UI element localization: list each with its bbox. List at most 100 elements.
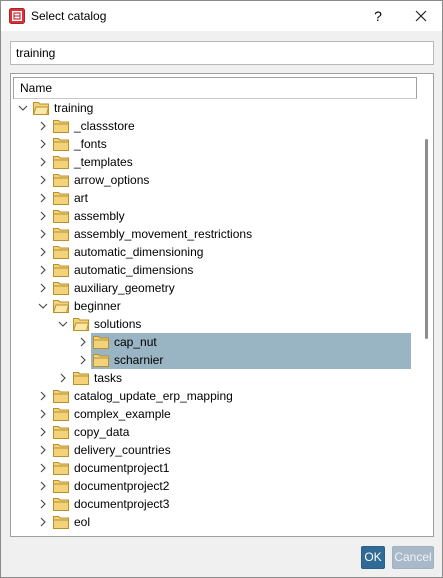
tree-item-label: auxiliary_geometry (74, 281, 175, 295)
tree-body: training _classstore _fonts _templatesarrow… (11, 99, 416, 536)
chevron-right-icon[interactable] (37, 135, 49, 153)
folder-icon (53, 119, 69, 133)
chevron-right-icon[interactable] (77, 333, 89, 351)
chevron-right-icon[interactable] (37, 189, 49, 207)
tree-row[interactable]: eol (11, 513, 416, 531)
chevron-right-icon[interactable] (77, 351, 89, 369)
tree-row[interactable]: solutions (11, 315, 416, 333)
tree-item-label: eol (74, 515, 91, 529)
chevron-right-icon[interactable] (37, 405, 49, 423)
tree-item-label: scharnier (114, 353, 164, 367)
tree-row[interactable]: cap_nut (11, 333, 416, 351)
tree-item-label: delivery_countries (74, 443, 171, 457)
select-catalog-dialog: Select catalog ? training Name training _… (0, 0, 443, 578)
chevron-right-icon[interactable] (37, 423, 49, 441)
tree-row[interactable]: auxiliary_geometry (11, 279, 416, 297)
tree-item-label: catalog_update_erp_mapping (74, 389, 233, 403)
folder-icon (53, 479, 69, 493)
folder-icon (53, 389, 69, 403)
tree-item-label: _templates (74, 155, 133, 169)
folder-icon (53, 425, 69, 439)
tree-item-label: copy_data (74, 425, 130, 439)
folder-icon (53, 209, 69, 223)
tree-item-label: assembly_movement_restrictions (74, 227, 253, 241)
folder-icon (53, 443, 69, 457)
close-button[interactable] (401, 1, 441, 31)
tree-row[interactable]: complex_example (11, 405, 416, 423)
tree-row[interactable]: documentproject2 (11, 477, 416, 495)
tree-row[interactable]: delivery_countries (11, 441, 416, 459)
folder-icon (93, 353, 109, 367)
chevron-right-icon[interactable] (37, 459, 49, 477)
chevron-right-icon[interactable] (37, 171, 49, 189)
name-column-header[interactable]: Name (13, 77, 417, 99)
tree-row[interactable]: arrow_options (11, 171, 416, 189)
chevron-right-icon[interactable] (37, 513, 49, 531)
folder-icon (53, 407, 69, 421)
folder-icon (53, 173, 69, 187)
folder-icon (53, 191, 69, 205)
scrollbar-thumb[interactable] (425, 139, 428, 339)
folder-icon (53, 461, 69, 475)
close-icon (415, 10, 427, 22)
ok-button[interactable]: OK (361, 546, 385, 569)
tree-item-label: _classstore (74, 119, 135, 133)
tree-item-label: cap_nut (114, 335, 157, 349)
chevron-right-icon[interactable] (37, 477, 49, 495)
chevron-right-icon[interactable] (57, 369, 69, 387)
chevron-right-icon[interactable] (37, 243, 49, 261)
tree-row[interactable]: scharnier (11, 351, 416, 369)
chevron-right-icon[interactable] (37, 441, 49, 459)
tree-item-label: documentproject3 (74, 497, 170, 511)
chevron-right-icon[interactable] (37, 207, 49, 225)
tree-item-label: _fonts (74, 137, 107, 151)
tree-row[interactable]: _classstore (11, 117, 416, 135)
open-folder-icon (52, 299, 70, 313)
chevron-right-icon[interactable] (37, 225, 49, 243)
folder-icon (93, 335, 109, 349)
vertical-scrollbar[interactable] (420, 99, 433, 536)
tree-item-label: beginner (74, 299, 121, 313)
tree-row[interactable]: assembly (11, 207, 416, 225)
tree-row[interactable]: documentproject1 (11, 459, 416, 477)
tree-row[interactable]: tasks (11, 369, 416, 387)
tree-item-label: automatic_dimensions (74, 263, 194, 277)
tree-row[interactable]: copy_data (11, 423, 416, 441)
chevron-right-icon[interactable] (37, 261, 49, 279)
tree-row[interactable]: training (11, 99, 416, 117)
tree-row[interactable]: documentproject3 (11, 495, 416, 513)
tree-item-label: documentproject2 (74, 479, 170, 493)
tree-row[interactable]: art (11, 189, 416, 207)
catalog-tree[interactable]: Name training _classstore _fonts _templates… (10, 73, 434, 537)
help-button[interactable]: ? (363, 1, 393, 31)
chevron-right-icon[interactable] (37, 153, 49, 171)
chevron-right-icon[interactable] (37, 387, 49, 405)
tree-row[interactable]: _fonts (11, 135, 416, 153)
chevron-down-icon[interactable] (17, 99, 29, 117)
tree-row[interactable]: automatic_dimensions (11, 261, 416, 279)
title-bar: Select catalog ? (1, 1, 442, 31)
chevron-right-icon[interactable] (37, 279, 49, 297)
chevron-down-icon[interactable] (37, 297, 49, 315)
tree-row[interactable]: automatic_dimensioning (11, 243, 416, 261)
tree-row[interactable]: beginner (11, 297, 416, 315)
folder-icon (53, 155, 69, 169)
tree-item-label: arrow_options (74, 173, 150, 187)
tree-item-label: documentproject1 (74, 461, 170, 475)
tree-item-label: solutions (94, 317, 142, 331)
cancel-button[interactable]: Cancel (392, 546, 434, 569)
folder-icon (73, 371, 89, 385)
folder-icon (53, 263, 69, 277)
tree-item-label: training (54, 101, 94, 115)
app-logo-icon (9, 8, 25, 24)
tree-row[interactable]: assembly_movement_restrictions (11, 225, 416, 243)
tree-row[interactable]: catalog_update_erp_mapping (11, 387, 416, 405)
chevron-right-icon[interactable] (37, 117, 49, 135)
chevron-right-icon[interactable] (37, 495, 49, 513)
chevron-down-icon[interactable] (57, 315, 69, 333)
tree-item-label: art (74, 191, 89, 205)
tree-item-label: tasks (94, 371, 123, 385)
tree-item-label: automatic_dimensioning (74, 245, 204, 259)
search-input[interactable]: training (10, 41, 434, 65)
tree-row[interactable]: _templates (11, 153, 416, 171)
